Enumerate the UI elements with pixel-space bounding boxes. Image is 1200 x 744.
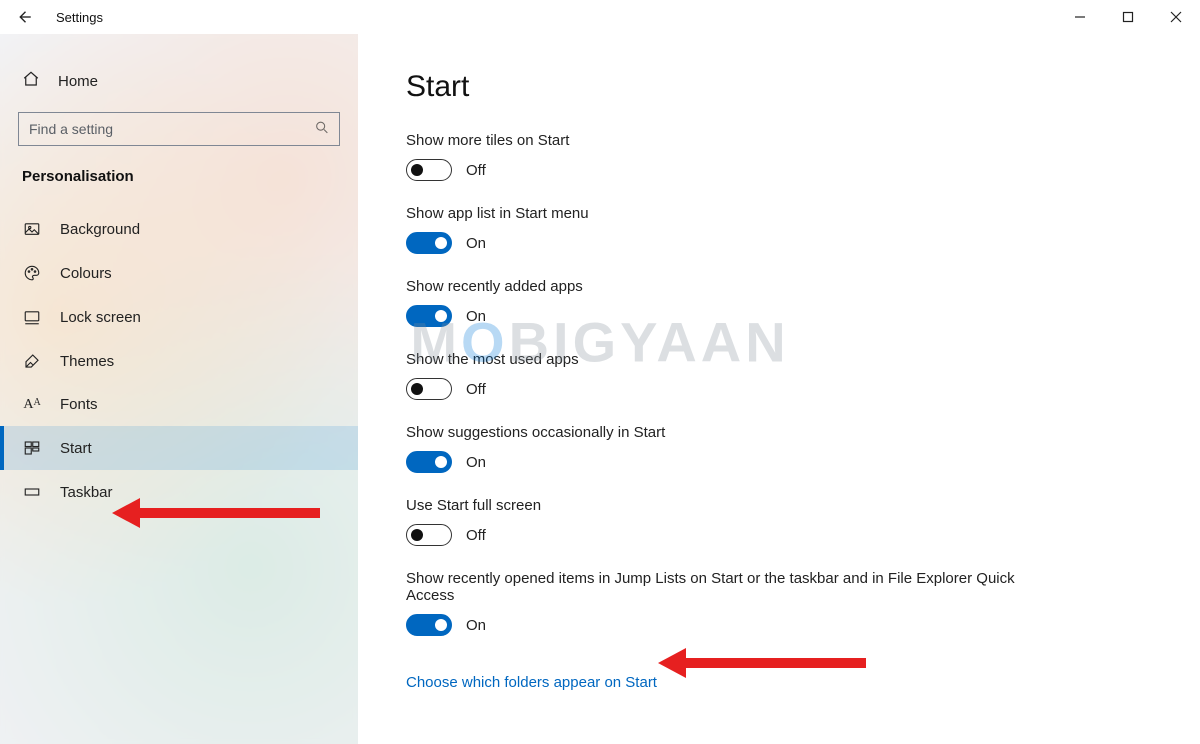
sidebar-item-label: Taskbar bbox=[60, 484, 113, 501]
toggle-suggestions[interactable] bbox=[406, 451, 452, 473]
sidebar-item-colours[interactable]: Colours bbox=[0, 251, 358, 295]
close-icon bbox=[1170, 11, 1182, 23]
sidebar-item-label: Themes bbox=[60, 353, 114, 370]
setting-label: Show the most used apps bbox=[406, 351, 1066, 368]
fonts-icon: AA bbox=[22, 397, 42, 413]
setting-suggestions: Show suggestions occasionally in Start O… bbox=[406, 424, 1066, 473]
setting-app-list: Show app list in Start menu On bbox=[406, 205, 1066, 254]
sidebar-item-label: Background bbox=[60, 221, 140, 238]
search-input[interactable] bbox=[18, 112, 340, 146]
toggle-most-used[interactable] bbox=[406, 378, 452, 400]
sidebar-item-label: Home bbox=[58, 73, 98, 90]
setting-label: Show suggestions occasionally in Start bbox=[406, 424, 1066, 441]
toggle-state: Off bbox=[466, 162, 486, 179]
toggle-state: On bbox=[466, 454, 486, 471]
minimize-icon bbox=[1074, 11, 1086, 23]
sidebar: Home Personalisation Background Colours bbox=[0, 34, 358, 744]
content-pane: Start Show more tiles on Start Off Show … bbox=[358, 34, 1200, 744]
setting-label: Use Start full screen bbox=[406, 497, 1066, 514]
maximize-button[interactable] bbox=[1104, 0, 1152, 34]
start-icon bbox=[22, 439, 42, 457]
toggle-state: Off bbox=[466, 381, 486, 398]
toggle-state: On bbox=[466, 235, 486, 252]
toggle-state: Off bbox=[466, 527, 486, 544]
title-bar: Settings bbox=[0, 0, 1200, 34]
lockscreen-icon bbox=[22, 308, 42, 326]
search-icon bbox=[314, 120, 330, 139]
setting-recently-added: Show recently added apps On bbox=[406, 278, 1066, 327]
setting-more-tiles: Show more tiles on Start Off bbox=[406, 132, 1066, 181]
toggle-jumplists[interactable] bbox=[406, 614, 452, 636]
sidebar-item-label: Start bbox=[60, 440, 92, 457]
sidebar-item-home[interactable]: Home bbox=[0, 64, 358, 112]
minimize-button[interactable] bbox=[1056, 0, 1104, 34]
back-button[interactable] bbox=[0, 0, 48, 34]
picture-icon bbox=[22, 220, 42, 238]
toggle-app-list[interactable] bbox=[406, 232, 452, 254]
setting-label: Show recently opened items in Jump Lists… bbox=[406, 570, 1066, 604]
close-button[interactable] bbox=[1152, 0, 1200, 34]
window-title: Settings bbox=[56, 10, 103, 25]
maximize-icon bbox=[1122, 11, 1134, 23]
sidebar-item-background[interactable]: Background bbox=[0, 207, 358, 251]
toggle-recently-added[interactable] bbox=[406, 305, 452, 327]
themes-icon bbox=[22, 352, 42, 370]
palette-icon bbox=[22, 264, 42, 282]
search-wrap bbox=[18, 112, 340, 146]
sidebar-section-title: Personalisation bbox=[0, 168, 358, 207]
sidebar-item-start[interactable]: Start bbox=[0, 426, 358, 470]
toggle-state: On bbox=[466, 308, 486, 325]
setting-label: Show recently added apps bbox=[406, 278, 1066, 295]
setting-fullscreen: Use Start full screen Off bbox=[406, 497, 1066, 546]
toggle-fullscreen[interactable] bbox=[406, 524, 452, 546]
page-title: Start bbox=[406, 70, 1152, 104]
setting-label: Show more tiles on Start bbox=[406, 132, 1066, 149]
annotation-arrow-link bbox=[658, 648, 866, 678]
sidebar-item-fonts[interactable]: AA Fonts bbox=[0, 383, 358, 426]
setting-most-used: Show the most used apps Off bbox=[406, 351, 1066, 400]
setting-jumplists: Show recently opened items in Jump Lists… bbox=[406, 570, 1066, 636]
window-controls bbox=[1056, 0, 1200, 34]
toggle-state: On bbox=[466, 617, 486, 634]
sidebar-item-label: Colours bbox=[60, 265, 112, 282]
sidebar-item-label: Fonts bbox=[60, 396, 98, 413]
sidebar-item-lockscreen[interactable]: Lock screen bbox=[0, 295, 358, 339]
toggle-more-tiles[interactable] bbox=[406, 159, 452, 181]
taskbar-icon bbox=[22, 483, 42, 501]
main-area: Home Personalisation Background Colours bbox=[0, 34, 1200, 744]
setting-label: Show app list in Start menu bbox=[406, 205, 1066, 222]
arrow-left-icon bbox=[15, 8, 33, 26]
sidebar-item-label: Lock screen bbox=[60, 309, 141, 326]
home-icon bbox=[22, 70, 40, 92]
sidebar-item-themes[interactable]: Themes bbox=[0, 339, 358, 383]
annotation-arrow-sidebar bbox=[112, 498, 320, 528]
link-choose-folders[interactable]: Choose which folders appear on Start bbox=[406, 674, 657, 691]
